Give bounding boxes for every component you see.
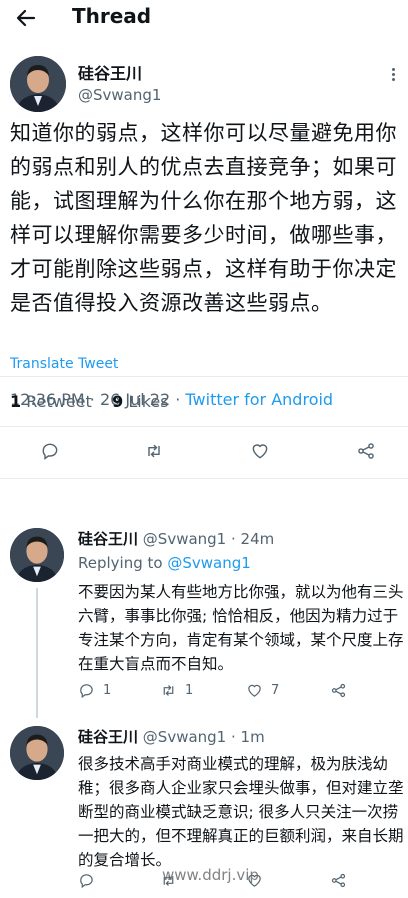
share-button[interactable] xyxy=(330,682,347,699)
reply-text: 很多技术高手对商业模式的理解，极为肤浅幼稚；很多商人企业家只会埋头做事，但对建立… xyxy=(78,755,404,869)
reply-button[interactable] xyxy=(40,441,60,461)
author-handle[interactable]: @Svwang1 xyxy=(78,86,161,104)
retweet-count: 1 xyxy=(185,683,194,698)
share-button[interactable] xyxy=(356,441,376,461)
reply-header: 硅谷王川 @Svwang1 · 1m xyxy=(78,726,265,747)
share-button[interactable] xyxy=(330,872,347,889)
reply-icon xyxy=(42,443,58,460)
top-bar: Thread xyxy=(0,0,408,36)
share-icon xyxy=(331,683,346,698)
translate-tweet-link[interactable]: Translate Tweet xyxy=(10,356,118,372)
divider xyxy=(0,376,408,377)
heart-icon xyxy=(248,684,261,697)
reply-age: · 1m xyxy=(231,728,265,746)
reply-tweet[interactable]: 硅谷王川 @Svwang1 · 24m Replying to @Svwang1… xyxy=(0,520,408,720)
retweet-icon xyxy=(148,444,160,458)
like-button[interactable]: 7 xyxy=(246,682,279,699)
reply-age: · 24m xyxy=(231,530,275,548)
like-count: 7 xyxy=(271,683,280,698)
reply-icon xyxy=(80,874,93,889)
reply-header: 硅谷王川 @Svwang1 · 24m xyxy=(78,528,274,549)
tweet-stats: 1 Retweet 9 Likes xyxy=(10,392,169,411)
avatar[interactable] xyxy=(10,528,64,582)
retweet-button[interactable] xyxy=(144,441,164,461)
avatar[interactable] xyxy=(10,726,64,780)
heart-icon xyxy=(252,444,268,459)
reply-action-bar: 1 1 7 xyxy=(78,682,378,704)
tweet-action-bar xyxy=(0,438,408,464)
meta-separator: · xyxy=(175,390,181,409)
divider xyxy=(0,478,408,479)
author-name[interactable]: 硅谷王川 xyxy=(78,60,142,84)
likes-stat[interactable]: 9 Likes xyxy=(112,392,168,411)
share-icon xyxy=(331,873,346,888)
author-name[interactable]: 硅谷王川 xyxy=(78,728,138,746)
author-handle[interactable]: @Svwang1 xyxy=(143,530,226,548)
page-title: Thread xyxy=(72,4,152,28)
tweet-source-link[interactable]: Twitter for Android xyxy=(185,390,333,409)
retweet-icon xyxy=(163,685,174,696)
retweets-stat[interactable]: 1 Retweet xyxy=(10,392,92,411)
reply-count: 1 xyxy=(103,683,112,698)
divider xyxy=(0,426,408,427)
reply-text: 不要因为某人有些地方比你强，就以为他有三头六臂，事事比你强; 恰恰相反，他因为精… xyxy=(78,583,404,673)
replying-to-handle[interactable]: @Svwang1 xyxy=(167,554,250,572)
reply-button[interactable] xyxy=(78,872,95,889)
replying-to: Replying to @Svwang1 xyxy=(78,554,251,572)
avatar[interactable] xyxy=(10,56,66,112)
retweet-button[interactable]: 1 xyxy=(160,682,193,699)
reply-icon xyxy=(80,684,93,699)
watermark: www.ddrj.vip xyxy=(162,866,259,884)
more-options-icon[interactable] xyxy=(390,66,396,88)
share-icon xyxy=(358,443,374,459)
like-button[interactable] xyxy=(250,441,270,461)
reply-button[interactable]: 1 xyxy=(78,682,111,699)
tweet-text: 知道你的弱点，这样你可以尽量避免用你的弱点和别人的优点去直接竞争；如果可能，试图… xyxy=(10,121,397,315)
author-name[interactable]: 硅谷王川 xyxy=(78,530,138,548)
back-arrow-icon[interactable] xyxy=(14,6,38,30)
author-handle[interactable]: @Svwang1 xyxy=(143,728,226,746)
thread-connector-line xyxy=(36,588,38,718)
